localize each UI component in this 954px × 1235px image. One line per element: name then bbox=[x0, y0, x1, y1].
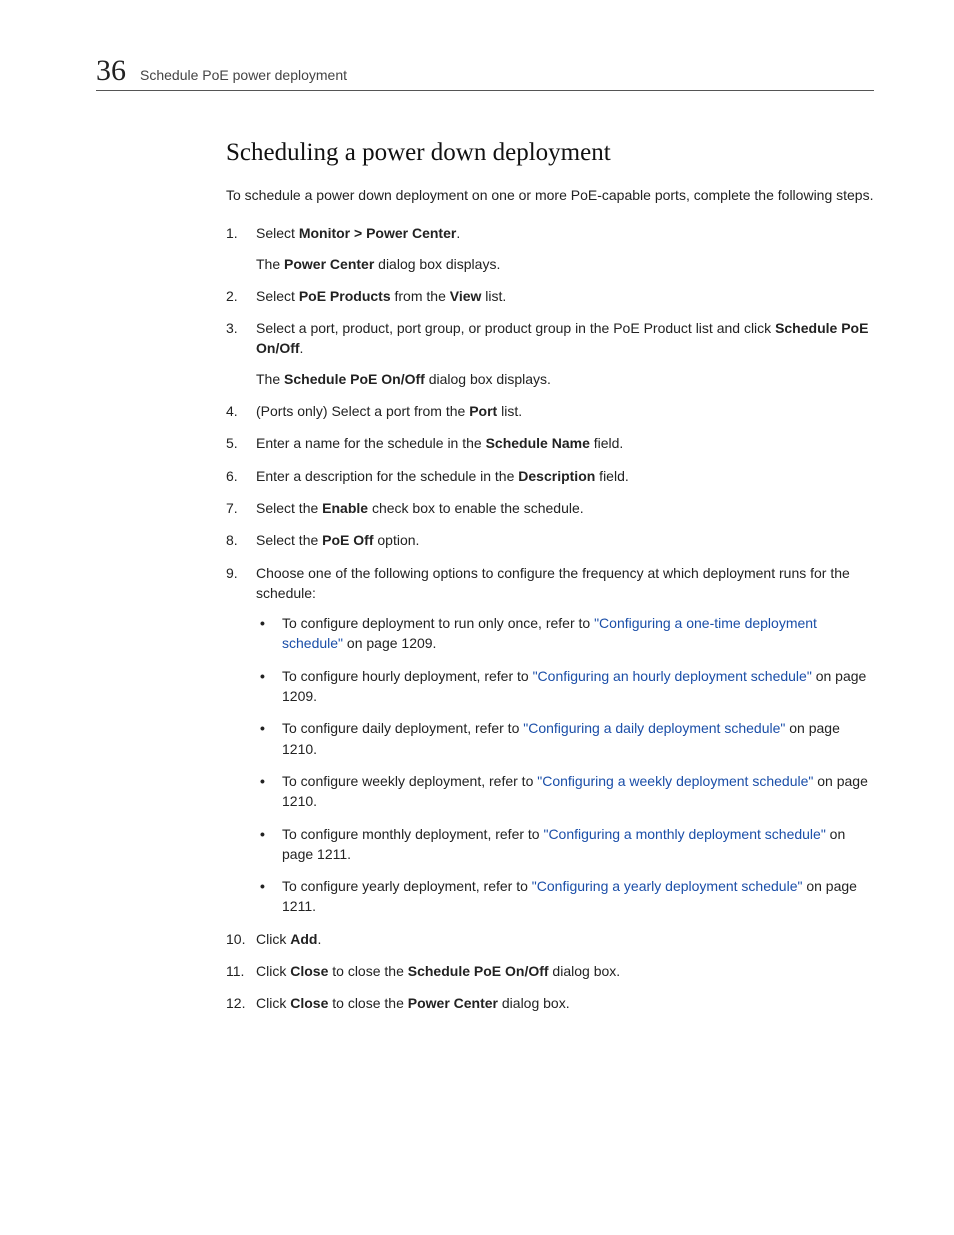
text: Select bbox=[256, 225, 299, 241]
bold-text: Description bbox=[518, 468, 595, 484]
chapter-number: 36 bbox=[96, 56, 126, 86]
step-2: Select PoE Products from the View list. bbox=[226, 286, 874, 306]
text: The bbox=[256, 371, 284, 387]
text: option. bbox=[374, 532, 420, 548]
list-item: To configure daily deployment, refer to … bbox=[256, 718, 874, 759]
page-title: Scheduling a power down deployment bbox=[226, 139, 874, 167]
xref-link[interactable]: "Configuring a monthly deployment schedu… bbox=[543, 826, 825, 842]
content-body: Scheduling a power down deployment To sc… bbox=[226, 139, 874, 1014]
list-item: To configure deployment to run only once… bbox=[256, 613, 874, 654]
bold-text: Schedule Name bbox=[486, 435, 590, 451]
bold-text: PoE Off bbox=[322, 532, 373, 548]
chapter-title: Schedule PoE power deployment bbox=[140, 67, 347, 83]
bold-text: Power Center bbox=[408, 995, 498, 1011]
sub-paragraph: The Schedule PoE On/Off dialog box displ… bbox=[256, 369, 874, 389]
text: dialog box. bbox=[549, 963, 621, 979]
xref-link[interactable]: "Configuring a yearly deployment schedul… bbox=[532, 878, 803, 894]
text: to close the bbox=[328, 963, 407, 979]
text: to close the bbox=[328, 995, 407, 1011]
bold-text: View bbox=[450, 288, 482, 304]
list-item: To configure yearly deployment, refer to… bbox=[256, 876, 874, 917]
bold-text: Schedule PoE On/Off bbox=[284, 371, 425, 387]
bold-text: Enable bbox=[322, 500, 368, 516]
text: (Ports only) Select a port from the bbox=[256, 403, 469, 419]
text: Select a port, product, port group, or p… bbox=[256, 320, 775, 336]
text: dialog box. bbox=[498, 995, 570, 1011]
step-12: Click Close to close the Power Center di… bbox=[226, 993, 874, 1013]
text: To configure weekly deployment, refer to bbox=[282, 773, 537, 789]
bold-text: Power Center bbox=[284, 256, 374, 272]
text: Click bbox=[256, 995, 290, 1011]
text: list. bbox=[497, 403, 522, 419]
bold-text: Close bbox=[290, 963, 328, 979]
text: Choose one of the following options to c… bbox=[256, 565, 850, 601]
bold-text: Monitor > Power Center bbox=[299, 225, 457, 241]
text: on page 1209. bbox=[343, 635, 436, 651]
step-7: Select the Enable check box to enable th… bbox=[226, 498, 874, 518]
text: dialog box displays. bbox=[374, 256, 500, 272]
text: field. bbox=[595, 468, 628, 484]
page: 36 Schedule PoE power deployment Schedul… bbox=[0, 0, 954, 1106]
xref-link[interactable]: "Configuring a weekly deployment schedul… bbox=[537, 773, 813, 789]
xref-link[interactable]: "Configuring a daily deployment schedule… bbox=[523, 720, 785, 736]
text: To configure daily deployment, refer to bbox=[282, 720, 523, 736]
text: field. bbox=[590, 435, 623, 451]
text: To configure deployment to run only once… bbox=[282, 615, 594, 631]
step-5: Enter a name for the schedule in the Sch… bbox=[226, 433, 874, 453]
running-header: 36 Schedule PoE power deployment bbox=[96, 56, 874, 91]
step-1: Select Monitor > Power Center. The Power… bbox=[226, 223, 874, 274]
step-3: Select a port, product, port group, or p… bbox=[226, 318, 874, 389]
text: list. bbox=[481, 288, 506, 304]
sub-paragraph: The Power Center dialog box displays. bbox=[256, 254, 874, 274]
text: To configure yearly deployment, refer to bbox=[282, 878, 532, 894]
text: Select the bbox=[256, 500, 322, 516]
text: Enter a name for the schedule in the bbox=[256, 435, 486, 451]
intro-paragraph: To schedule a power down deployment on o… bbox=[226, 185, 874, 205]
xref-link[interactable]: "Configuring an hourly deployment schedu… bbox=[533, 668, 812, 684]
step-11: Click Close to close the Schedule PoE On… bbox=[226, 961, 874, 981]
list-item: To configure hourly deployment, refer to… bbox=[256, 666, 874, 707]
text: Click bbox=[256, 931, 290, 947]
bold-text: Close bbox=[290, 995, 328, 1011]
bullets-list: To configure deployment to run only once… bbox=[256, 613, 874, 917]
text: . bbox=[456, 225, 460, 241]
step-10: Click Add. bbox=[226, 929, 874, 949]
text: check box to enable the schedule. bbox=[368, 500, 584, 516]
text: Select the bbox=[256, 532, 322, 548]
bold-text: Port bbox=[469, 403, 497, 419]
step-4: (Ports only) Select a port from the Port… bbox=[226, 401, 874, 421]
text: from the bbox=[391, 288, 450, 304]
steps-list: Select Monitor > Power Center. The Power… bbox=[226, 223, 874, 1013]
text: The bbox=[256, 256, 284, 272]
text: Click bbox=[256, 963, 290, 979]
text: . bbox=[317, 931, 321, 947]
text: To configure hourly deployment, refer to bbox=[282, 668, 533, 684]
bold-text: Add bbox=[290, 931, 317, 947]
bold-text: Schedule PoE On/Off bbox=[408, 963, 549, 979]
step-9: Choose one of the following options to c… bbox=[226, 563, 874, 917]
list-item: To configure weekly deployment, refer to… bbox=[256, 771, 874, 812]
list-item: To configure monthly deployment, refer t… bbox=[256, 824, 874, 865]
bold-text: PoE Products bbox=[299, 288, 391, 304]
text: Select bbox=[256, 288, 299, 304]
step-6: Enter a description for the schedule in … bbox=[226, 466, 874, 486]
text: . bbox=[300, 340, 304, 356]
text: dialog box displays. bbox=[425, 371, 551, 387]
text: To configure monthly deployment, refer t… bbox=[282, 826, 543, 842]
text: Enter a description for the schedule in … bbox=[256, 468, 518, 484]
step-8: Select the PoE Off option. bbox=[226, 530, 874, 550]
